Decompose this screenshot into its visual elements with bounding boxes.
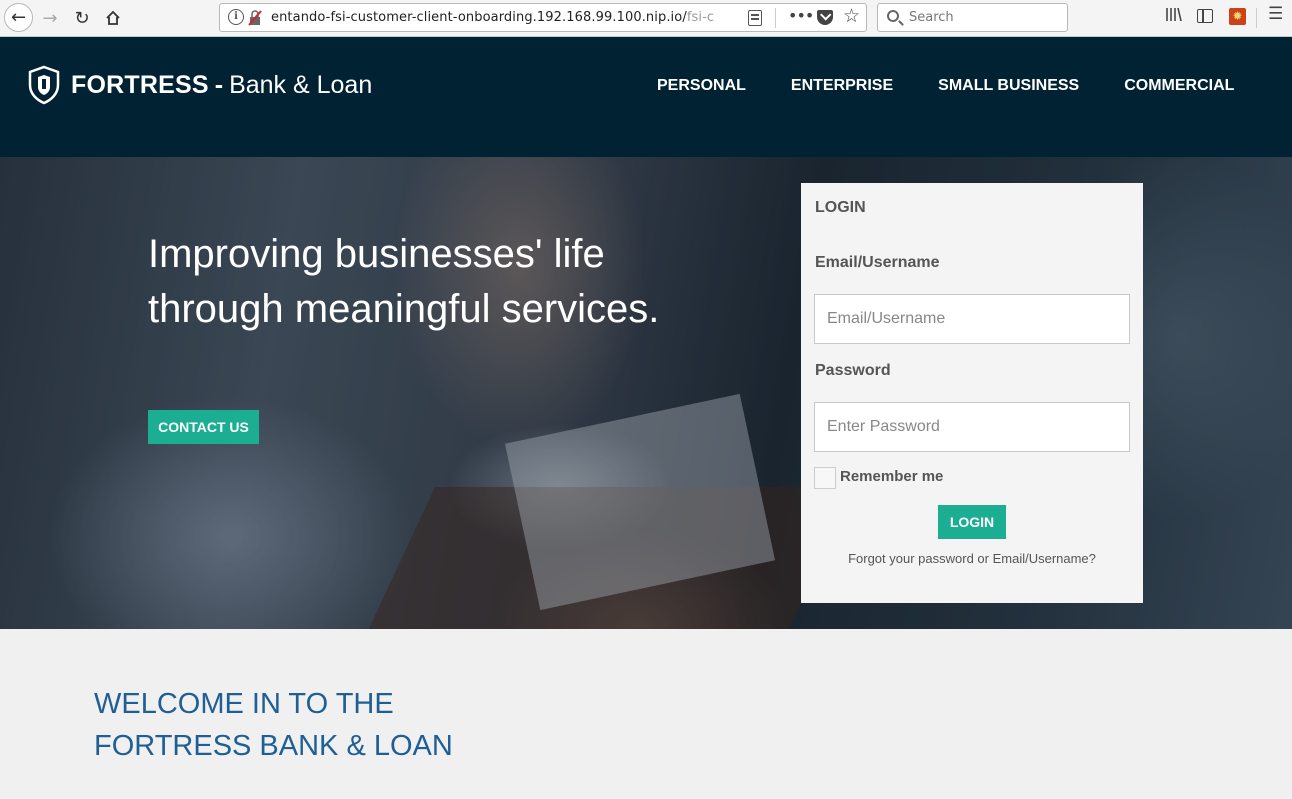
search-bar[interactable]: Search — [877, 3, 1068, 32]
library-icon[interactable] — [1165, 6, 1183, 26]
url-text[interactable]: entando-fsi-customer-client-onboarding.1… — [271, 10, 716, 25]
bookmark-star-icon[interactable]: ☆ — [843, 5, 860, 27]
nav-small-business[interactable]: SMALL BUSINESS — [938, 77, 1079, 95]
info-icon[interactable]: i — [228, 9, 244, 25]
nav-commercial[interactable]: COMMERCIAL — [1124, 77, 1234, 95]
email-field[interactable] — [814, 294, 1130, 344]
search-placeholder: Search — [909, 10, 954, 25]
password-field[interactable] — [814, 402, 1130, 452]
reload-icon[interactable]: ↻ — [68, 4, 96, 32]
contact-us-button[interactable]: CONTACT US — [148, 410, 259, 444]
forgot-password-link[interactable]: Forgot your password or Email/Username? — [801, 551, 1143, 566]
email-label: Email/Username — [815, 254, 940, 271]
home-icon[interactable] — [99, 4, 127, 32]
url-faded-text: fsi-c — [686, 10, 715, 25]
nav-enterprise[interactable]: ENTERPRISE — [791, 77, 893, 95]
login-panel: LOGIN Email/Username Password Remember m… — [801, 183, 1143, 603]
more-icon[interactable]: ••• — [788, 6, 814, 25]
logo-brand: FORTRESS — [71, 70, 209, 99]
url-separator — [775, 8, 776, 28]
search-icon — [887, 10, 899, 22]
menu-icon[interactable]: ☰ — [1268, 4, 1283, 24]
extension-icon[interactable]: ✹ — [1229, 8, 1246, 25]
welcome-title-line-2: FORTRESS BANK & LOAN — [94, 730, 453, 762]
sidebar-icon[interactable] — [1197, 9, 1213, 23]
forward-icon[interactable]: → — [36, 4, 64, 32]
shield-logo-icon — [28, 65, 60, 105]
login-button[interactable]: LOGIN — [938, 505, 1006, 539]
url-main-text: entando-fsi-customer-client-onboarding.1… — [271, 10, 687, 25]
welcome-title: WELCOME IN TO THE FORTRESS BANK & LOAN — [94, 683, 453, 767]
nav-personal[interactable]: PERSONAL — [657, 77, 746, 95]
browser-toolbar: ← → ↻ i entando-fsi-customer-client-onbo… — [0, 0, 1292, 37]
password-label: Password — [815, 362, 891, 379]
welcome-title-line-1: WELCOME IN TO THE — [94, 688, 394, 720]
insecure-lock-icon[interactable] — [248, 10, 262, 26]
logo-subtitle: Bank & Loan — [229, 70, 373, 99]
login-heading: LOGIN — [815, 199, 866, 216]
address-bar[interactable]: i entando-fsi-customer-client-onboarding… — [219, 3, 867, 32]
remember-me-checkbox[interactable] — [814, 467, 836, 489]
site-header: FORTRESS - Bank & Loan PERSONAL ENTERPRI… — [0, 37, 1292, 157]
reader-view-icon[interactable] — [748, 10, 762, 26]
main-nav: PERSONAL ENTERPRISE SMALL BUSINESS COMME… — [657, 77, 1279, 95]
toolbar-separator — [1256, 8, 1257, 28]
logo[interactable]: FORTRESS - Bank & Loan — [27, 65, 372, 105]
pocket-icon[interactable] — [817, 10, 833, 25]
logo-dash: - — [214, 70, 224, 99]
welcome-section: WELCOME IN TO THE FORTRESS BANK & LOAN — [0, 629, 1292, 799]
remember-me-label[interactable]: Remember me — [840, 468, 943, 485]
back-icon[interactable]: ← — [4, 3, 33, 32]
hero-title: Improving businesses' life through meani… — [148, 232, 660, 331]
